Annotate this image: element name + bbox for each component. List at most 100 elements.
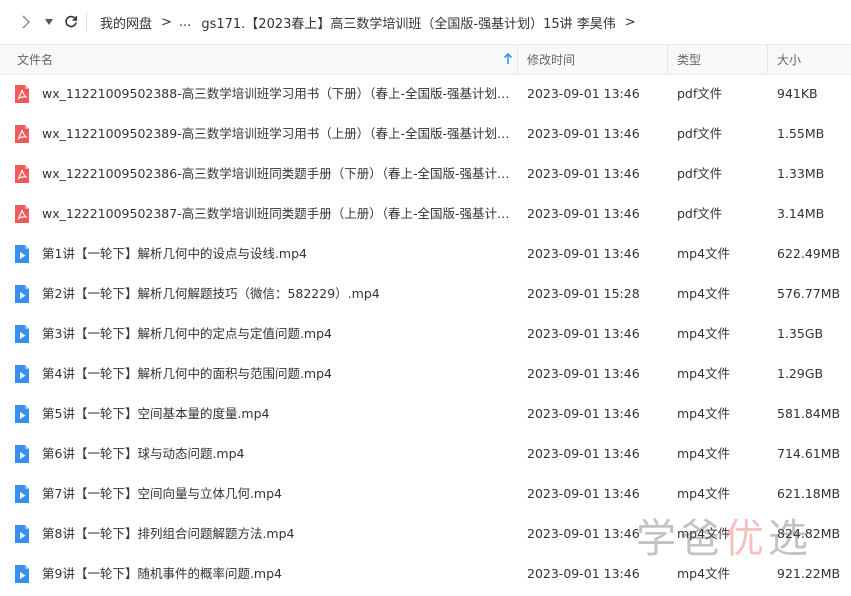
- video-icon: [15, 565, 29, 583]
- column-header-name-label: 文件名: [17, 53, 54, 67]
- column-divider[interactable]: [667, 45, 668, 74]
- caret-down-icon: [45, 19, 53, 25]
- breadcrumb-ellipsis[interactable]: ...: [179, 15, 191, 30]
- column-header-time-label: 修改时间: [527, 53, 576, 67]
- file-name: 第9讲【一轮下】随机事件的概率问题.mp4: [42, 566, 282, 581]
- file-row[interactable]: wx_12221009502387-高三数学培训班同类题手册（上册）（春上-全国…: [0, 194, 851, 234]
- file-type: mp4文件: [677, 566, 731, 581]
- file-type: mp4文件: [677, 526, 731, 541]
- file-row[interactable]: 第6讲【一轮下】球与动态问题.mp4 2023-09-01 13:46 mp4文…: [0, 434, 851, 474]
- file-size: 581.84MB: [777, 406, 841, 421]
- file-modified-time: 2023-09-01 13:46: [527, 406, 640, 421]
- breadcrumb-separator: >: [161, 14, 172, 30]
- file-size: 576.77MB: [777, 286, 841, 301]
- file-type: mp4文件: [677, 246, 731, 261]
- file-modified-time: 2023-09-01 13:46: [527, 566, 640, 581]
- column-header-size[interactable]: 大小: [777, 45, 801, 74]
- file-row[interactable]: 第8讲【一轮下】排列组合问题解题方法.mp4 2023-09-01 13:46 …: [0, 514, 851, 554]
- breadcrumb-current[interactable]: gs171.【2023春上】高三数学培训班（全国版-强基计划）15讲 李昊伟: [201, 13, 615, 32]
- video-icon: [15, 525, 29, 543]
- file-modified-time: 2023-09-01 13:46: [527, 366, 640, 381]
- file-name: 第7讲【一轮下】空间向量与立体几何.mp4: [42, 486, 282, 501]
- file-row[interactable]: 第2讲【一轮下】解析几何解题技巧（微信：582229）.mp4 2023-09-…: [0, 274, 851, 314]
- file-modified-time: 2023-09-01 13:46: [527, 246, 640, 261]
- refresh-button[interactable]: [60, 8, 82, 36]
- column-header-type-label: 类型: [677, 53, 702, 67]
- file-size: 941KB: [777, 86, 818, 101]
- file-size: 1.55MB: [777, 126, 825, 141]
- file-modified-time: 2023-09-01 13:46: [527, 206, 640, 221]
- file-row[interactable]: 第7讲【一轮下】空间向量与立体几何.mp4 2023-09-01 13:46 m…: [0, 474, 851, 514]
- file-name: wx_11221009502389-高三数学培训班学习用书（上册）（春上-全国版…: [42, 126, 510, 141]
- file-modified-time: 2023-09-01 13:46: [527, 486, 640, 501]
- file-type: mp4文件: [677, 406, 731, 421]
- file-size: 921.22MB: [777, 566, 841, 581]
- pdf-icon: [15, 205, 29, 223]
- file-modified-time: 2023-09-01 13:46: [527, 446, 640, 461]
- file-modified-time: 2023-09-01 13:46: [527, 326, 640, 341]
- file-name: wx_11221009502388-高三数学培训班学习用书（下册）（春上-全国版…: [42, 86, 510, 101]
- file-name: 第6讲【一轮下】球与动态问题.mp4: [42, 446, 245, 461]
- file-row[interactable]: 第3讲【一轮下】解析几何中的定点与定值问题.mp4 2023-09-01 13:…: [0, 314, 851, 354]
- file-row[interactable]: 第1讲【一轮下】解析几何中的设点与设线.mp4 2023-09-01 13:46…: [0, 234, 851, 274]
- file-type: mp4文件: [677, 446, 731, 461]
- file-size: 3.14MB: [777, 206, 825, 221]
- file-type: pdf文件: [677, 86, 723, 101]
- file-name: 第1讲【一轮下】解析几何中的设点与设线.mp4: [42, 246, 307, 261]
- file-type: pdf文件: [677, 206, 723, 221]
- file-list-header: 文件名 修改时间 类型 大小: [0, 44, 851, 75]
- file-row[interactable]: wx_11221009502388-高三数学培训班学习用书（下册）（春上-全国版…: [0, 74, 851, 114]
- file-type: mp4文件: [677, 366, 731, 381]
- video-icon: [15, 365, 29, 383]
- history-dropdown-button[interactable]: [38, 8, 60, 36]
- file-row[interactable]: wx_11221009502389-高三数学培训班学习用书（上册）（春上-全国版…: [0, 114, 851, 154]
- video-icon: [15, 245, 29, 263]
- file-type: mp4文件: [677, 326, 731, 341]
- file-type: pdf文件: [677, 166, 723, 181]
- video-icon: [15, 325, 29, 343]
- video-icon: [15, 485, 29, 503]
- column-header-type[interactable]: 类型: [677, 45, 701, 74]
- chevron-right-icon: [22, 15, 30, 29]
- column-header-size-label: 大小: [777, 53, 802, 67]
- file-name: wx_12221009502387-高三数学培训班同类题手册（上册）（春上-全国…: [42, 206, 510, 221]
- video-icon: [15, 445, 29, 463]
- file-modified-time: 2023-09-01 13:46: [527, 86, 640, 101]
- file-name: 第8讲【一轮下】排列组合问题解题方法.mp4: [42, 526, 295, 541]
- column-divider[interactable]: [517, 45, 518, 74]
- column-divider[interactable]: [767, 45, 768, 74]
- file-size: 714.61MB: [777, 446, 841, 461]
- file-modified-time: 2023-09-01 15:28: [527, 286, 640, 301]
- file-modified-time: 2023-09-01 13:46: [527, 126, 640, 141]
- file-size: 621.18MB: [777, 486, 841, 501]
- pdf-icon: [15, 125, 29, 143]
- file-modified-time: 2023-09-01 13:46: [527, 166, 640, 181]
- file-name: 第3讲【一轮下】解析几何中的定点与定值问题.mp4: [42, 326, 332, 341]
- breadcrumb-root[interactable]: 我的网盘: [100, 13, 152, 32]
- file-name: 第4讲【一轮下】解析几何中的面积与范围问题.mp4: [42, 366, 332, 381]
- pdf-icon: [15, 165, 29, 183]
- column-header-name[interactable]: 文件名: [17, 45, 517, 74]
- file-row[interactable]: 第4讲【一轮下】解析几何中的面积与范围问题.mp4 2023-09-01 13:…: [0, 354, 851, 394]
- column-header-time[interactable]: 修改时间: [527, 45, 575, 74]
- file-name: 第2讲【一轮下】解析几何解题技巧（微信：582229）.mp4: [42, 286, 380, 301]
- file-size: 1.29GB: [777, 366, 824, 381]
- toolbar: 我的网盘 > ... gs171.【2023春上】高三数学培训班（全国版-强基计…: [0, 0, 851, 44]
- file-name: 第5讲【一轮下】空间基本量的度量.mp4: [42, 406, 270, 421]
- video-icon: [15, 285, 29, 303]
- breadcrumb-separator: >: [624, 14, 636, 30]
- file-row[interactable]: wx_12221009502386-高三数学培训班同类题手册（下册）（春上-全国…: [0, 154, 851, 194]
- breadcrumb: 我的网盘 > ... gs171.【2023春上】高三数学培训班（全国版-强基计…: [100, 0, 851, 44]
- file-row[interactable]: 第9讲【一轮下】随机事件的概率问题.mp4 2023-09-01 13:46 m…: [0, 554, 851, 594]
- sort-ascending-icon[interactable]: [503, 53, 513, 65]
- file-size: 1.35GB: [777, 326, 824, 341]
- toolbar-divider: [86, 12, 87, 32]
- file-type: mp4文件: [677, 486, 731, 501]
- file-size: 1.33MB: [777, 166, 825, 181]
- video-icon: [15, 405, 29, 423]
- forward-button[interactable]: [14, 8, 38, 36]
- file-modified-time: 2023-09-01 13:46: [527, 526, 640, 541]
- file-row[interactable]: 第5讲【一轮下】空间基本量的度量.mp4 2023-09-01 13:46 mp…: [0, 394, 851, 434]
- pdf-icon: [15, 85, 29, 103]
- file-type: mp4文件: [677, 286, 731, 301]
